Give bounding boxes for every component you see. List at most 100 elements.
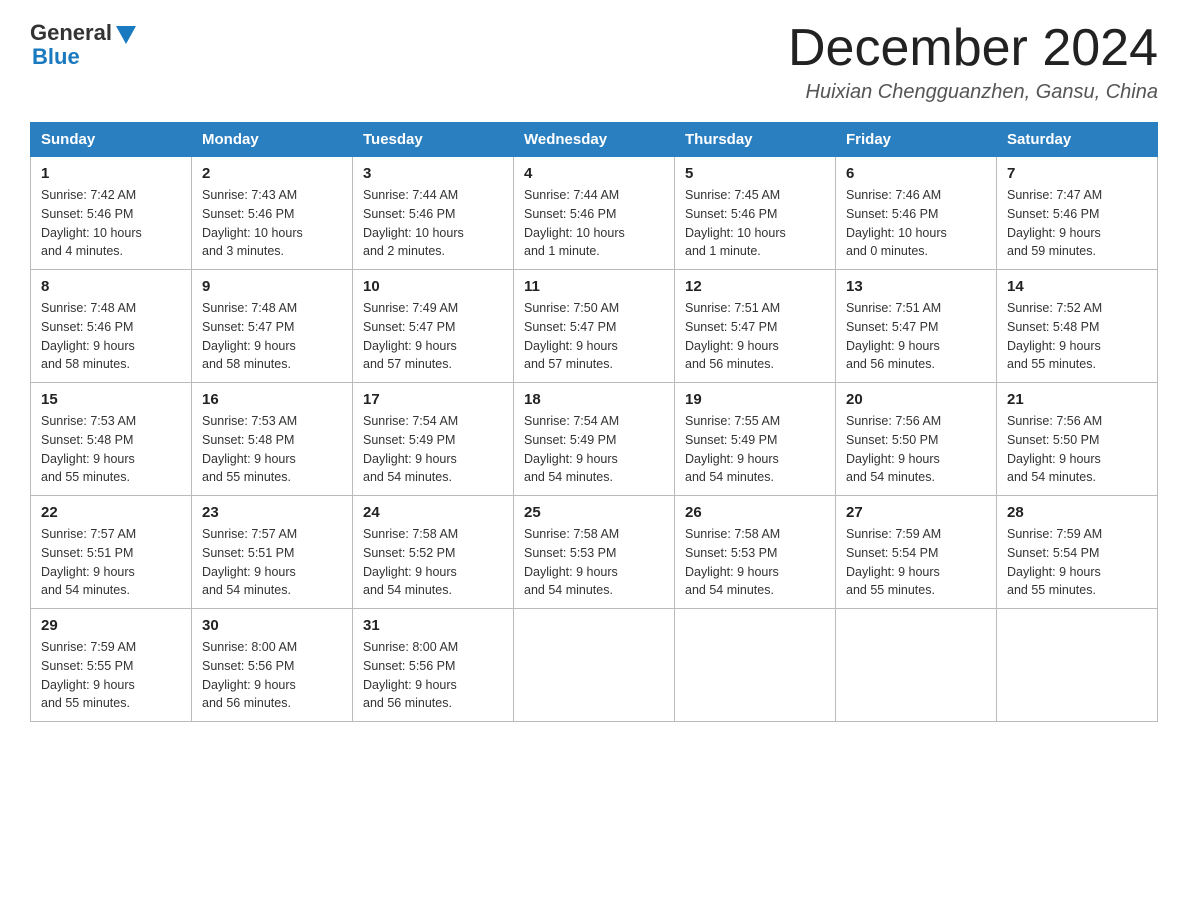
day-number: 6 [846, 165, 986, 182]
weekday-header-thursday: Thursday [675, 123, 836, 157]
day-number: 23 [202, 504, 342, 521]
day-info: Sunrise: 7:45 AM Sunset: 5:46 PM Dayligh… [685, 186, 825, 261]
logo-blue-text: Blue [32, 44, 80, 70]
day-info: Sunrise: 7:59 AM Sunset: 5:54 PM Dayligh… [1007, 525, 1147, 600]
weekday-header-wednesday: Wednesday [514, 123, 675, 157]
day-info: Sunrise: 7:56 AM Sunset: 5:50 PM Dayligh… [846, 412, 986, 487]
day-number: 28 [1007, 504, 1147, 521]
day-number: 22 [41, 504, 181, 521]
day-info: Sunrise: 7:46 AM Sunset: 5:46 PM Dayligh… [846, 186, 986, 261]
calendar-cell: 21 Sunrise: 7:56 AM Sunset: 5:50 PM Dayli… [997, 383, 1158, 496]
day-info: Sunrise: 7:52 AM Sunset: 5:48 PM Dayligh… [1007, 299, 1147, 374]
day-number: 30 [202, 617, 342, 634]
calendar-cell: 26 Sunrise: 7:58 AM Sunset: 5:53 PM Dayli… [675, 496, 836, 609]
day-info: Sunrise: 7:49 AM Sunset: 5:47 PM Dayligh… [363, 299, 503, 374]
day-info: Sunrise: 7:51 AM Sunset: 5:47 PM Dayligh… [846, 299, 986, 374]
calendar-cell: 3Sunrise: 7:44 AM Sunset: 5:46 PM Daylig… [353, 157, 514, 270]
calendar-cell [675, 609, 836, 722]
page-header: General Blue December 2024 Huixian Cheng… [30, 20, 1158, 104]
day-info: Sunrise: 7:53 AM Sunset: 5:48 PM Dayligh… [41, 412, 181, 487]
calendar-cell: 1 Sunrise: 7:42 AM Sunset: 5:46 PM Daylig… [31, 157, 192, 270]
weekday-header-tuesday: Tuesday [353, 123, 514, 157]
calendar-cell: 14Sunrise: 7:52 AM Sunset: 5:48 PM Dayli… [997, 270, 1158, 383]
day-info: Sunrise: 7:47 AM Sunset: 5:46 PM Dayligh… [1007, 186, 1147, 261]
calendar-cell [997, 609, 1158, 722]
day-info: Sunrise: 7:42 AM Sunset: 5:46 PM Dayligh… [41, 186, 181, 261]
day-number: 11 [524, 278, 664, 295]
weekday-header-sunday: Sunday [31, 123, 192, 157]
calendar-cell [514, 609, 675, 722]
week-row-3: 15Sunrise: 7:53 AM Sunset: 5:48 PM Dayli… [31, 383, 1158, 496]
calendar-cell: 29Sunrise: 7:59 AM Sunset: 5:55 PM Dayli… [31, 609, 192, 722]
day-info: Sunrise: 7:58 AM Sunset: 5:53 PM Dayligh… [524, 525, 664, 600]
calendar-cell: 18Sunrise: 7:54 AM Sunset: 5:49 PM Dayli… [514, 383, 675, 496]
day-info: Sunrise: 7:57 AM Sunset: 5:51 PM Dayligh… [41, 525, 181, 600]
day-info: Sunrise: 7:54 AM Sunset: 5:49 PM Dayligh… [363, 412, 503, 487]
day-number: 17 [363, 391, 503, 408]
day-info: Sunrise: 7:51 AM Sunset: 5:47 PM Dayligh… [685, 299, 825, 374]
day-number: 2 [202, 165, 342, 182]
calendar-cell: 30 Sunrise: 8:00 AM Sunset: 5:56 PM Dayli… [192, 609, 353, 722]
day-number: 4 [524, 165, 664, 182]
logo: General Blue [30, 20, 136, 70]
day-number: 21 [1007, 391, 1147, 408]
weekday-header-saturday: Saturday [997, 123, 1158, 157]
day-number: 1 [41, 165, 181, 182]
calendar-cell: 27Sunrise: 7:59 AM Sunset: 5:54 PM Dayli… [836, 496, 997, 609]
day-number: 7 [1007, 165, 1147, 182]
day-info: Sunrise: 7:57 AM Sunset: 5:51 PM Dayligh… [202, 525, 342, 600]
calendar-cell: 23 Sunrise: 7:57 AM Sunset: 5:51 PM Dayli… [192, 496, 353, 609]
calendar-cell: 9Sunrise: 7:48 AM Sunset: 5:47 PM Daylig… [192, 270, 353, 383]
day-number: 24 [363, 504, 503, 521]
week-row-1: 1 Sunrise: 7:42 AM Sunset: 5:46 PM Daylig… [31, 157, 1158, 270]
day-info: Sunrise: 7:59 AM Sunset: 5:54 PM Dayligh… [846, 525, 986, 600]
calendar-cell: 22 Sunrise: 7:57 AM Sunset: 5:51 PM Dayli… [31, 496, 192, 609]
day-info: Sunrise: 8:00 AM Sunset: 5:56 PM Dayligh… [363, 638, 503, 713]
day-info: Sunrise: 7:58 AM Sunset: 5:52 PM Dayligh… [363, 525, 503, 600]
calendar-cell: 24 Sunrise: 7:58 AM Sunset: 5:52 PM Dayli… [353, 496, 514, 609]
day-info: Sunrise: 7:58 AM Sunset: 5:53 PM Dayligh… [685, 525, 825, 600]
week-row-4: 22 Sunrise: 7:57 AM Sunset: 5:51 PM Dayli… [31, 496, 1158, 609]
calendar-cell: 5 Sunrise: 7:45 AM Sunset: 5:46 PM Daylig… [675, 157, 836, 270]
calendar-cell: 17 Sunrise: 7:54 AM Sunset: 5:49 PM Dayli… [353, 383, 514, 496]
calendar-cell: 16Sunrise: 7:53 AM Sunset: 5:48 PM Dayli… [192, 383, 353, 496]
calendar-cell: 7 Sunrise: 7:47 AM Sunset: 5:46 PM Daylig… [997, 157, 1158, 270]
calendar-cell: 15Sunrise: 7:53 AM Sunset: 5:48 PM Dayli… [31, 383, 192, 496]
month-title: December 2024 [788, 20, 1158, 77]
day-number: 19 [685, 391, 825, 408]
day-number: 26 [685, 504, 825, 521]
day-info: Sunrise: 8:00 AM Sunset: 5:56 PM Dayligh… [202, 638, 342, 713]
weekday-header-row: SundayMondayTuesdayWednesdayThursdayFrid… [31, 123, 1158, 157]
calendar-table: SundayMondayTuesdayWednesdayThursdayFrid… [30, 122, 1158, 722]
calendar-cell [836, 609, 997, 722]
calendar-cell: 19 Sunrise: 7:55 AM Sunset: 5:49 PM Dayli… [675, 383, 836, 496]
day-number: 31 [363, 617, 503, 634]
calendar-cell: 13 Sunrise: 7:51 AM Sunset: 5:47 PM Dayli… [836, 270, 997, 383]
day-info: Sunrise: 7:56 AM Sunset: 5:50 PM Dayligh… [1007, 412, 1147, 487]
weekday-header-monday: Monday [192, 123, 353, 157]
day-info: Sunrise: 7:44 AM Sunset: 5:46 PM Dayligh… [524, 186, 664, 261]
title-block: December 2024 Huixian Chengguanzhen, Gan… [788, 20, 1158, 104]
week-row-2: 8Sunrise: 7:48 AM Sunset: 5:46 PM Daylig… [31, 270, 1158, 383]
week-row-5: 29Sunrise: 7:59 AM Sunset: 5:55 PM Dayli… [31, 609, 1158, 722]
day-info: Sunrise: 7:48 AM Sunset: 5:46 PM Dayligh… [41, 299, 181, 374]
weekday-header-friday: Friday [836, 123, 997, 157]
day-number: 3 [363, 165, 503, 182]
day-info: Sunrise: 7:55 AM Sunset: 5:49 PM Dayligh… [685, 412, 825, 487]
calendar-cell: 2 Sunrise: 7:43 AM Sunset: 5:46 PM Daylig… [192, 157, 353, 270]
day-number: 12 [685, 278, 825, 295]
location-title: Huixian Chengguanzhen, Gansu, China [788, 81, 1158, 104]
day-number: 13 [846, 278, 986, 295]
day-number: 5 [685, 165, 825, 182]
calendar-cell: 31 Sunrise: 8:00 AM Sunset: 5:56 PM Dayli… [353, 609, 514, 722]
day-number: 9 [202, 278, 342, 295]
calendar-cell: 8Sunrise: 7:48 AM Sunset: 5:46 PM Daylig… [31, 270, 192, 383]
calendar-cell: 4 Sunrise: 7:44 AM Sunset: 5:46 PM Daylig… [514, 157, 675, 270]
day-info: Sunrise: 7:59 AM Sunset: 5:55 PM Dayligh… [41, 638, 181, 713]
calendar-cell: 25Sunrise: 7:58 AM Sunset: 5:53 PM Dayli… [514, 496, 675, 609]
day-info: Sunrise: 7:50 AM Sunset: 5:47 PM Dayligh… [524, 299, 664, 374]
calendar-cell: 10Sunrise: 7:49 AM Sunset: 5:47 PM Dayli… [353, 270, 514, 383]
day-info: Sunrise: 7:43 AM Sunset: 5:46 PM Dayligh… [202, 186, 342, 261]
day-number: 16 [202, 391, 342, 408]
logo-triangle-icon [116, 26, 136, 44]
